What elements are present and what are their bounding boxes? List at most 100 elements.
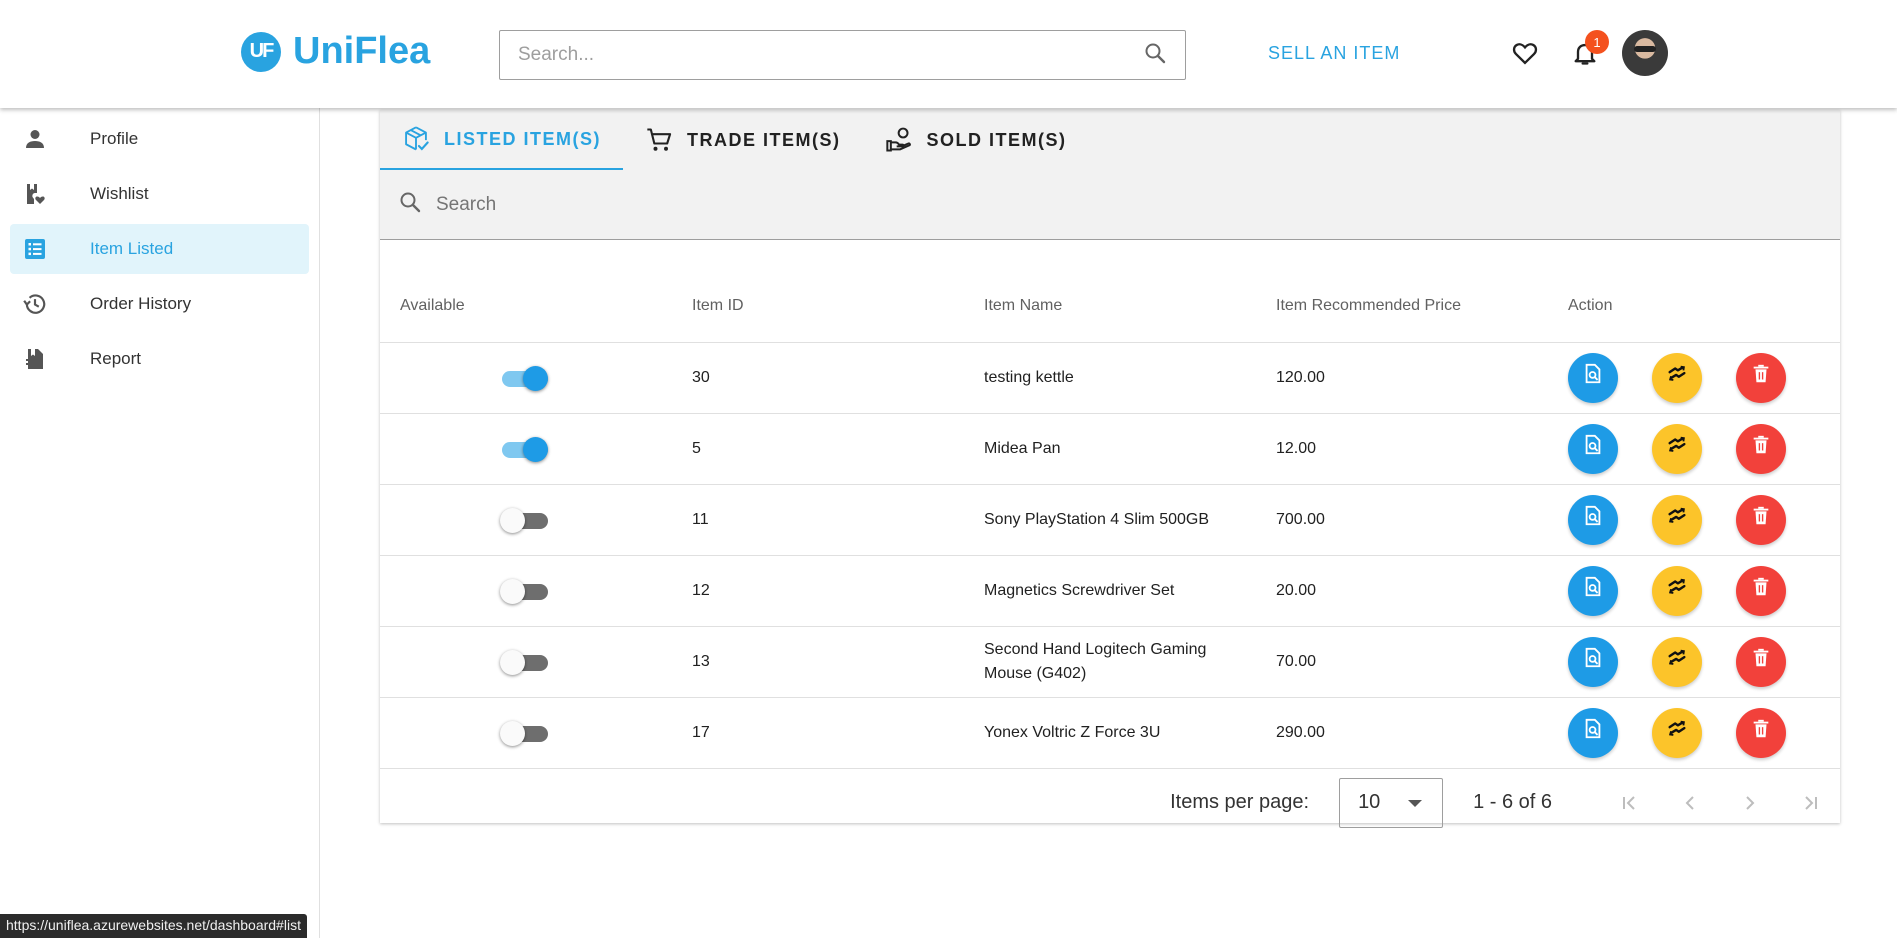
column-header-item-id[interactable]: Item ID bbox=[672, 246, 964, 343]
logo-text: UniFlea bbox=[293, 30, 431, 72]
view-document-icon bbox=[1582, 363, 1604, 393]
table-row: 13 Second Hand Logitech Gaming Mouse (G40… bbox=[380, 626, 1840, 698]
trade-item-button[interactable] bbox=[1652, 352, 1702, 403]
availability-toggle[interactable] bbox=[502, 365, 548, 391]
column-header-price[interactable]: Item Recommended Price bbox=[1256, 246, 1548, 343]
column-header-available[interactable]: Available bbox=[380, 246, 672, 343]
notification-badge: 1 bbox=[1585, 30, 1609, 54]
toggle-knob bbox=[523, 436, 548, 462]
table-row: 12 Magnetics Screwdriver Set 20.00 bbox=[380, 555, 1840, 627]
toggle-knob bbox=[500, 720, 525, 746]
delete-item-button[interactable] bbox=[1736, 494, 1786, 545]
header-search-input[interactable] bbox=[518, 44, 1143, 66]
tab-sold-items[interactable]: SOLD ITEM(S) bbox=[863, 110, 1089, 170]
availability-toggle[interactable] bbox=[500, 649, 548, 675]
availability-cell bbox=[380, 413, 672, 485]
trade-item-button[interactable] bbox=[1652, 707, 1702, 758]
view-item-button[interactable] bbox=[1568, 352, 1618, 403]
handshake-icon bbox=[1666, 505, 1688, 535]
availability-toggle[interactable] bbox=[500, 578, 548, 604]
column-header-item-name[interactable]: Item Name bbox=[964, 246, 1256, 343]
item-name-cell: Midea Pan bbox=[964, 413, 1256, 485]
trash-icon bbox=[1750, 576, 1772, 606]
item-id-cell: 5 bbox=[672, 413, 964, 485]
delete-item-button[interactable] bbox=[1736, 423, 1786, 474]
trade-item-button[interactable] bbox=[1652, 565, 1702, 616]
sell-item-link[interactable]: SELL AN ITEM bbox=[1268, 43, 1400, 64]
sidebar-item-label: Item Listed bbox=[90, 239, 174, 258]
first-page-button[interactable] bbox=[1610, 783, 1650, 823]
table-search-input[interactable] bbox=[436, 193, 1822, 216]
view-item-button[interactable] bbox=[1568, 494, 1618, 545]
item-id-cell: 12 bbox=[672, 555, 964, 627]
heart-icon[interactable] bbox=[1510, 38, 1540, 68]
action-cell bbox=[1548, 413, 1840, 485]
items-per-page-select[interactable]: 10 bbox=[1339, 777, 1444, 828]
tab-trade-items[interactable]: TRADE ITEM(S) bbox=[623, 110, 863, 170]
trash-icon bbox=[1750, 434, 1772, 464]
sidebar-item-label: Profile bbox=[90, 129, 139, 148]
availability-toggle[interactable] bbox=[500, 720, 548, 746]
tab-label: TRADE ITEM(S) bbox=[687, 129, 841, 150]
view-document-icon bbox=[1582, 434, 1604, 464]
tab-bar: LISTED ITEM(S) TRADE ITEM(S) SOLD ITEM(S… bbox=[380, 110, 1840, 170]
availability-cell bbox=[380, 484, 672, 556]
paginator: Items per page: 10 1 - 6 of 6 bbox=[380, 769, 1840, 837]
view-item-button[interactable] bbox=[1568, 565, 1618, 616]
availability-toggle[interactable] bbox=[502, 436, 548, 462]
sidebar-item-item-listed[interactable]: Item Listed bbox=[10, 224, 309, 274]
sidebar-item-order-history[interactable]: Order History bbox=[10, 279, 309, 329]
previous-page-button[interactable] bbox=[1670, 783, 1710, 823]
header-search bbox=[499, 30, 1186, 80]
view-item-button[interactable] bbox=[1568, 707, 1618, 758]
trade-item-button[interactable] bbox=[1652, 636, 1702, 687]
logo[interactable]: UF UniFlea bbox=[241, 30, 430, 73]
item-id-cell: 13 bbox=[672, 626, 964, 698]
tab-listed-items[interactable]: LISTED ITEM(S) bbox=[380, 110, 623, 170]
item-name-cell: Yonex Voltric Z Force 3U bbox=[964, 697, 1256, 769]
wishlist-icon bbox=[22, 181, 48, 207]
cart-icon bbox=[645, 126, 673, 154]
delete-item-button[interactable] bbox=[1736, 707, 1786, 758]
toggle-knob bbox=[500, 507, 525, 533]
search-icon[interactable] bbox=[1143, 41, 1167, 70]
caret-down-icon bbox=[1408, 799, 1423, 807]
item-name-cell: Magnetics Screwdriver Set bbox=[964, 555, 1256, 627]
avatar[interactable] bbox=[1622, 30, 1668, 76]
action-cell bbox=[1548, 626, 1840, 698]
item-id-cell: 30 bbox=[672, 342, 964, 414]
toggle-knob bbox=[523, 365, 548, 391]
delete-item-button[interactable] bbox=[1736, 565, 1786, 616]
action-cell bbox=[1548, 555, 1840, 627]
sidebar-item-profile[interactable]: Profile bbox=[10, 114, 309, 164]
item-name-cell: Sony PlayStation 4 Slim 500GB bbox=[964, 484, 1256, 556]
view-document-icon bbox=[1582, 505, 1604, 535]
table-search bbox=[380, 170, 1840, 240]
delete-item-button[interactable] bbox=[1736, 636, 1786, 687]
tab-label: LISTED ITEM(S) bbox=[444, 128, 601, 149]
status-bar-url: https://uniflea.azurewebsites.net/dashbo… bbox=[0, 914, 307, 938]
sidebar-item-report[interactable]: Report bbox=[10, 334, 309, 384]
trade-item-button[interactable] bbox=[1652, 494, 1702, 545]
toggle-knob bbox=[500, 578, 525, 604]
sidebar: Profile Wishlist Item Listed Order Histo… bbox=[0, 108, 320, 938]
trade-item-button[interactable] bbox=[1652, 423, 1702, 474]
handshake-icon bbox=[1666, 576, 1688, 606]
items-table: Available Item ID Item Name Item Recomme… bbox=[380, 246, 1840, 769]
last-page-button[interactable] bbox=[1790, 783, 1830, 823]
view-document-icon bbox=[1582, 647, 1604, 677]
handshake-icon bbox=[1666, 718, 1688, 748]
handshake-icon bbox=[1666, 647, 1688, 677]
next-page-button[interactable] bbox=[1730, 783, 1770, 823]
tab-label: SOLD ITEM(S) bbox=[926, 129, 1067, 150]
sidebar-item-label: Wishlist bbox=[90, 184, 149, 203]
toggle-knob bbox=[500, 649, 525, 675]
items-per-page-label: Items per page: bbox=[1170, 791, 1310, 813]
delete-item-button[interactable] bbox=[1736, 352, 1786, 403]
sidebar-item-wishlist[interactable]: Wishlist bbox=[10, 169, 309, 219]
view-item-button[interactable] bbox=[1568, 636, 1618, 687]
hand-coin-icon bbox=[885, 126, 913, 154]
availability-toggle[interactable] bbox=[500, 507, 548, 533]
sidebar-item-label: Order History bbox=[90, 294, 192, 313]
view-item-button[interactable] bbox=[1568, 423, 1618, 474]
